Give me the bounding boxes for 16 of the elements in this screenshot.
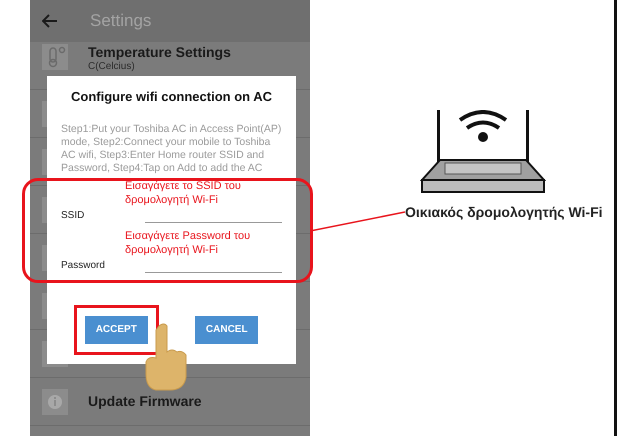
router-icon: [420, 110, 546, 194]
instructions-text: Step1:Put your Toshiba AC in Access Point(AP) mode, Step2:Connect your mobile to Toshiba AC wifi, Step3:Enter Home router SSID and Password, Step4:Tap on Add to add the AC: [61, 122, 282, 174]
dialog-button[interactable]: CANCEL: [195, 316, 258, 344]
field-label: SSID: [61, 208, 86, 222]
annotation-text: Εισαγάγετε Password του δρομολογητή Wi-Fi: [125, 228, 252, 256]
field-label: Password: [61, 258, 106, 272]
dialog-button[interactable]: ACCEPT: [84, 316, 148, 344]
row-subtitle: C(Celcius): [88, 61, 136, 73]
back-arrow-icon[interactable]: [42, 14, 58, 28]
router-label: Οικιακός δρομολογητής Wi-Fi: [405, 204, 604, 221]
annotation-text: Εισαγάγετε το SSID του δρομολογητή Wi-Fi: [125, 178, 242, 206]
thermometer-icon: [42, 44, 68, 70]
info-icon: [42, 388, 68, 414]
dialog-title: Configure wifi connection on AC: [70, 88, 273, 106]
row-title: Temperature Settings: [88, 44, 231, 61]
row-title: Update Firmware: [88, 393, 202, 410]
